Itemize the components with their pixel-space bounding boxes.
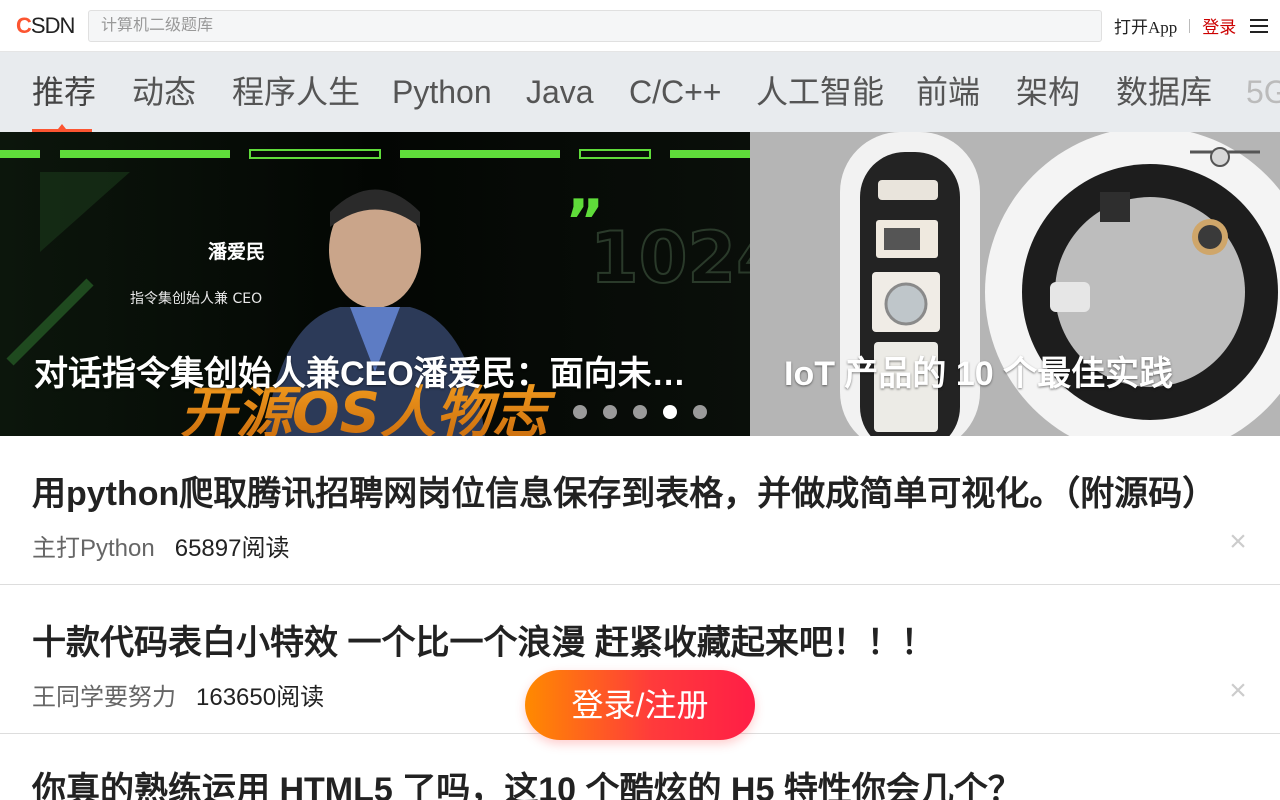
article-read-count: 163650阅读 bbox=[196, 684, 325, 711]
divider bbox=[1189, 18, 1191, 33]
carousel-dot[interactable] bbox=[573, 405, 587, 419]
csdn-logo[interactable]: C SDN bbox=[16, 12, 76, 38]
search-box[interactable] bbox=[88, 9, 1102, 42]
tab-recommend[interactable]: 推荐 bbox=[32, 52, 96, 132]
logo-letter-c: C bbox=[16, 12, 32, 38]
category-tabs: 推荐 动态 程序人生 Python Java C/C++ 人工智能 前端 架构 … bbox=[0, 52, 1280, 132]
open-app-link[interactable]: 打开App bbox=[1114, 13, 1177, 38]
svg-text:1024: 1024 bbox=[590, 217, 750, 299]
article-title[interactable]: 十款代码表白小特效 一个比一个浪漫 赶紧收藏起来吧！！！ bbox=[32, 615, 935, 664]
banner-title-iot: IoT 产品的 10 个最佳实践 bbox=[784, 355, 1174, 393]
hamburger-menu-icon[interactable] bbox=[1250, 18, 1269, 33]
article-title[interactable]: 用python爬取腾讯招聘网岗位信息保存到表格，并做成简单可视化。（附源码） bbox=[32, 466, 1216, 515]
carousel-dot[interactable] bbox=[693, 405, 707, 419]
tab-frontend[interactable]: 前端 bbox=[916, 52, 980, 132]
search-input[interactable] bbox=[101, 16, 1101, 35]
article-title[interactable]: 你真的熟练运用 HTML5 了吗，这10 个酷炫的 H5 特性你会几个？ bbox=[32, 762, 1022, 800]
login-register-button[interactable]: 登录/注册 bbox=[525, 670, 755, 740]
article-card[interactable]: 你真的熟练运用 HTML5 了吗，这10 个酷炫的 H5 特性你会几个？ bbox=[0, 734, 1280, 800]
banner-slide-iot[interactable]: IoT 产品的 10 个最佳实践 bbox=[750, 132, 1280, 436]
tab-programmer-life[interactable]: 程序人生 bbox=[232, 52, 360, 132]
carousel-dot[interactable] bbox=[633, 405, 647, 419]
carousel-dot-active[interactable] bbox=[663, 405, 677, 419]
tab-python[interactable]: Python bbox=[392, 52, 492, 132]
article-meta: 主打Python 65897阅读 bbox=[32, 528, 289, 563]
article-read-count: 65897阅读 bbox=[174, 535, 290, 562]
article-meta: 王同学要努力 163650阅读 bbox=[32, 677, 324, 712]
banner-slide-interview[interactable]: ” 1024 开源OS人物志 潘爱民 指令集创始人兼 CEO 对话指令集创始人兼… bbox=[0, 132, 750, 436]
tab-database[interactable]: 数据库 bbox=[1116, 52, 1212, 132]
top-bar: CSDN 打开App 登录 bbox=[0, 0, 1280, 52]
carousel-dots bbox=[573, 405, 707, 419]
svg-text:潘爱民: 潘爱民 bbox=[208, 240, 265, 263]
active-tab-caret bbox=[58, 124, 66, 129]
carousel-dot[interactable] bbox=[603, 405, 617, 419]
close-icon[interactable]: × bbox=[1224, 676, 1252, 706]
article-card[interactable]: 用python爬取腾讯招聘网岗位信息保存到表格，并做成简单可视化。（附源码） 主… bbox=[0, 436, 1280, 585]
article-author[interactable]: 王同学要努力 bbox=[32, 684, 176, 711]
tab-5g[interactable]: 5G bbox=[1246, 52, 1280, 132]
article-author[interactable]: 主打Python bbox=[32, 535, 155, 562]
svg-text:指令集创始人兼 CEO: 指令集创始人兼 CEO bbox=[130, 290, 262, 307]
logo-letters: SDN bbox=[30, 12, 75, 38]
close-icon[interactable]: × bbox=[1224, 527, 1252, 557]
tab-dynamic[interactable]: 动态 bbox=[132, 52, 196, 132]
login-link[interactable]: 登录 bbox=[1202, 13, 1236, 38]
tab-architecture[interactable]: 架构 bbox=[1016, 52, 1080, 132]
tab-java[interactable]: Java bbox=[526, 52, 594, 132]
tab-ai[interactable]: 人工智能 bbox=[756, 52, 884, 132]
banner-title-interview: 对话指令集创始人兼CEO潘爱民：面向未… bbox=[34, 355, 686, 393]
tab-cpp[interactable]: C/C++ bbox=[629, 52, 721, 132]
